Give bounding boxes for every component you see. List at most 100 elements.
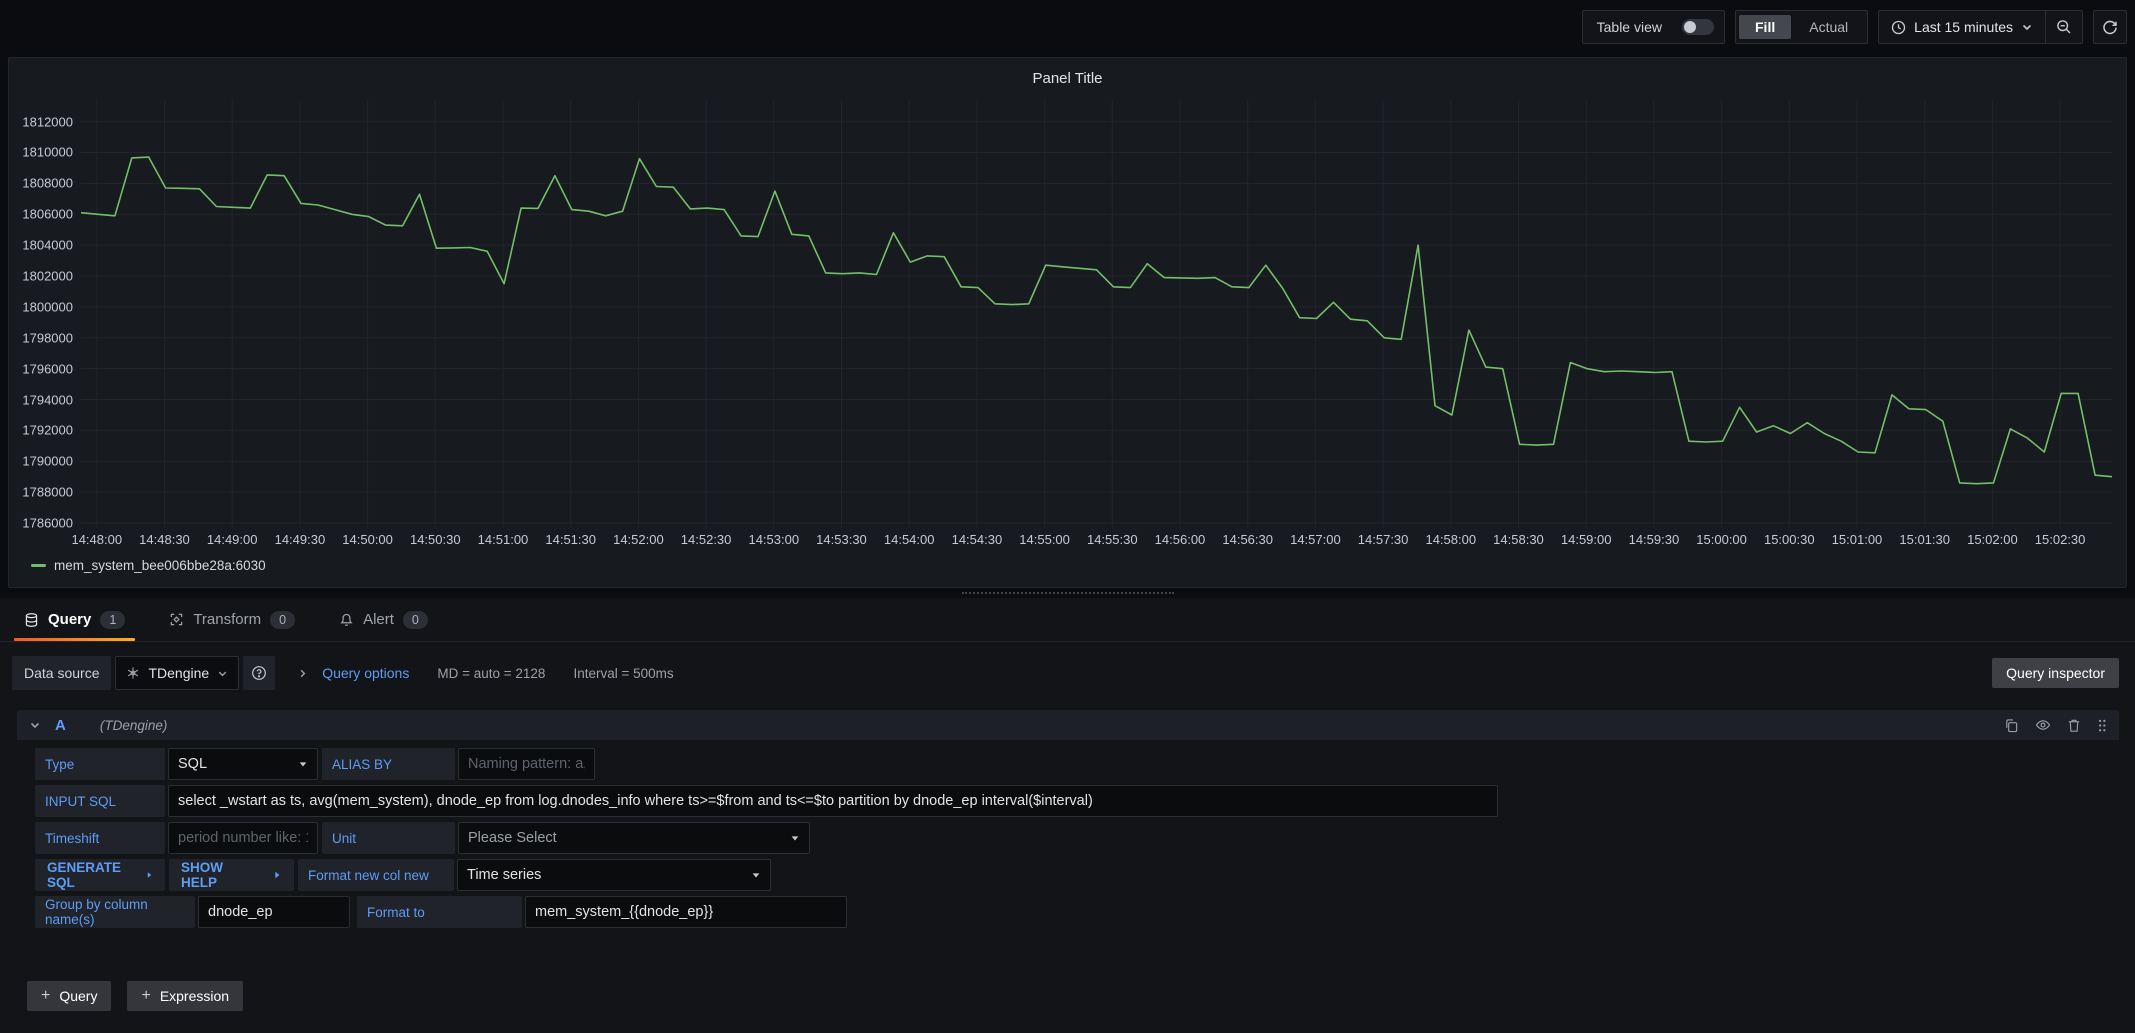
toggle-knob xyxy=(1684,21,1696,33)
tab-transform[interactable]: Transform 0 xyxy=(165,598,299,641)
fill-button[interactable]: Fill xyxy=(1739,15,1791,39)
x-tick-label: 14:53:30 xyxy=(816,532,867,547)
row-input-sql: INPUT SQL xyxy=(35,785,2119,817)
chevron-right-icon xyxy=(297,668,308,679)
interval-text: Interval = 500ms xyxy=(573,666,673,681)
show-help-label: SHOW HELP xyxy=(181,860,262,890)
edit-pane: Query 1 Transform 0 Alert 0 Data source … xyxy=(0,598,2135,1033)
x-tick-label: 15:00:00 xyxy=(1696,532,1747,547)
type-select[interactable]: SQL xyxy=(168,748,318,780)
y-axis: 1812000181000018080001806000180400018020… xyxy=(19,100,79,528)
tab-query[interactable]: Query 1 xyxy=(20,598,129,641)
transform-icon xyxy=(169,612,184,627)
time-range-button[interactable]: Last 15 minutes xyxy=(1879,11,2045,43)
query-options-expand[interactable] xyxy=(297,668,308,679)
zoom-out-button[interactable] xyxy=(2045,11,2082,43)
unit-label: Unit xyxy=(322,822,455,854)
x-tick-label: 15:02:30 xyxy=(2035,532,2086,547)
x-tick-label: 14:59:00 xyxy=(1561,532,1612,547)
datasource-help-button[interactable] xyxy=(243,656,275,690)
table-view-label: Table view xyxy=(1597,19,1662,35)
panel-title[interactable]: Panel Title xyxy=(9,58,2126,87)
help-icon xyxy=(251,665,267,681)
series-color-swatch xyxy=(31,564,46,567)
group-by-label: Group by column name(s) xyxy=(35,896,195,928)
copy-icon xyxy=(2004,718,2019,733)
x-tick-label: 14:57:30 xyxy=(1358,532,1409,547)
add-query-button[interactable]: + Query xyxy=(27,981,111,1011)
x-tick-label: 15:00:30 xyxy=(1764,532,1815,547)
duplicate-query-button[interactable] xyxy=(2004,718,2019,733)
alias-by-label: ALIAS BY xyxy=(322,748,455,780)
remove-query-button[interactable] xyxy=(2067,718,2081,733)
datasource-picker[interactable]: TDengine xyxy=(115,656,239,690)
format-select[interactable]: Time series xyxy=(457,859,771,891)
row-generate: GENERATE SQL SHOW HELP Format new col ne… xyxy=(35,859,2119,891)
timeshift-input[interactable] xyxy=(168,822,318,854)
plus-icon: + xyxy=(41,987,50,1005)
panel-resize-handle[interactable] xyxy=(962,592,1174,594)
refresh-button[interactable] xyxy=(2093,10,2127,44)
legend-item[interactable]: mem_system_bee006bbe28a:6030 xyxy=(31,558,266,573)
table-view-toggle[interactable] xyxy=(1682,19,1714,35)
tab-query-label: Query xyxy=(48,611,91,628)
bell-icon xyxy=(339,612,354,627)
tdengine-logo-icon xyxy=(126,666,140,680)
format-label: Format new col new xyxy=(298,859,454,891)
timeshift-label: Timeshift xyxy=(35,822,165,854)
actual-button[interactable]: Actual xyxy=(1793,15,1864,39)
x-tick-label: 14:54:30 xyxy=(952,532,1003,547)
format-to-input[interactable] xyxy=(525,896,847,928)
y-tick-label: 1812000 xyxy=(22,114,73,129)
editor-footer: + Query + Expression xyxy=(27,981,243,1011)
x-tick-label: 15:02:00 xyxy=(1967,532,2018,547)
x-tick-label: 14:50:00 xyxy=(342,532,393,547)
time-picker: Last 15 minutes xyxy=(1878,10,2083,44)
x-tick-label: 14:51:00 xyxy=(478,532,529,547)
x-tick-label: 14:59:30 xyxy=(1629,532,1680,547)
query-row-header[interactable]: A (TDengine) xyxy=(17,710,2119,740)
zoom-out-icon xyxy=(2056,19,2072,35)
chevron-down-icon xyxy=(217,668,228,679)
x-tick-label: 15:01:30 xyxy=(1899,532,1950,547)
query-row-actions xyxy=(2004,717,2107,733)
database-icon xyxy=(24,612,39,628)
x-tick-label: 15:01:00 xyxy=(1832,532,1883,547)
tab-alert[interactable]: Alert 0 xyxy=(335,598,432,641)
editor-tabbar: Query 1 Transform 0 Alert 0 xyxy=(0,598,2135,642)
y-tick-label: 1808000 xyxy=(22,176,73,191)
caret-down-icon xyxy=(790,833,800,843)
y-tick-label: 1802000 xyxy=(22,269,73,284)
query-inspector-button[interactable]: Query inspector xyxy=(1992,658,2119,688)
plus-icon: + xyxy=(141,987,150,1005)
alias-by-input[interactable] xyxy=(458,748,595,780)
panel-toolbar: Table view Fill Actual Last 15 minutes xyxy=(1582,10,2127,44)
x-tick-label: 14:52:00 xyxy=(613,532,664,547)
tab-transform-badge: 0 xyxy=(270,611,295,629)
x-tick-label: 14:58:30 xyxy=(1493,532,1544,547)
group-by-input[interactable] xyxy=(198,896,350,928)
y-tick-label: 1800000 xyxy=(22,299,73,314)
drag-handle[interactable] xyxy=(2097,718,2107,733)
collapse-chevron-icon[interactable] xyxy=(29,719,41,731)
hide-query-button[interactable] xyxy=(2035,717,2051,733)
datasource-label: Data source xyxy=(12,656,111,690)
type-label: Type xyxy=(35,748,165,780)
refresh-icon xyxy=(2102,19,2118,35)
x-tick-label: 14:53:00 xyxy=(748,532,799,547)
add-expression-button[interactable]: + Expression xyxy=(127,981,243,1011)
query-options-link[interactable]: Query options xyxy=(322,665,409,681)
panel: Panel Title 1812000181000018080001806000… xyxy=(8,57,2127,588)
eye-icon xyxy=(2035,717,2051,733)
unit-select[interactable]: Please Select xyxy=(458,822,810,854)
unit-placeholder: Please Select xyxy=(468,830,557,846)
input-sql-field[interactable] xyxy=(168,785,1498,817)
query-ref-id[interactable]: A xyxy=(55,717,66,734)
table-view-control: Table view xyxy=(1582,10,1725,44)
series-name: mem_system_bee006bbe28a:6030 xyxy=(54,558,266,573)
show-help-button[interactable]: SHOW HELP xyxy=(169,859,294,891)
x-axis: 14:48:0014:48:3014:49:0014:49:3014:50:00… xyxy=(81,532,2112,552)
generate-sql-button[interactable]: GENERATE SQL xyxy=(35,859,165,891)
plot-area[interactable] xyxy=(81,100,2112,528)
time-range-label: Last 15 minutes xyxy=(1914,19,2013,35)
